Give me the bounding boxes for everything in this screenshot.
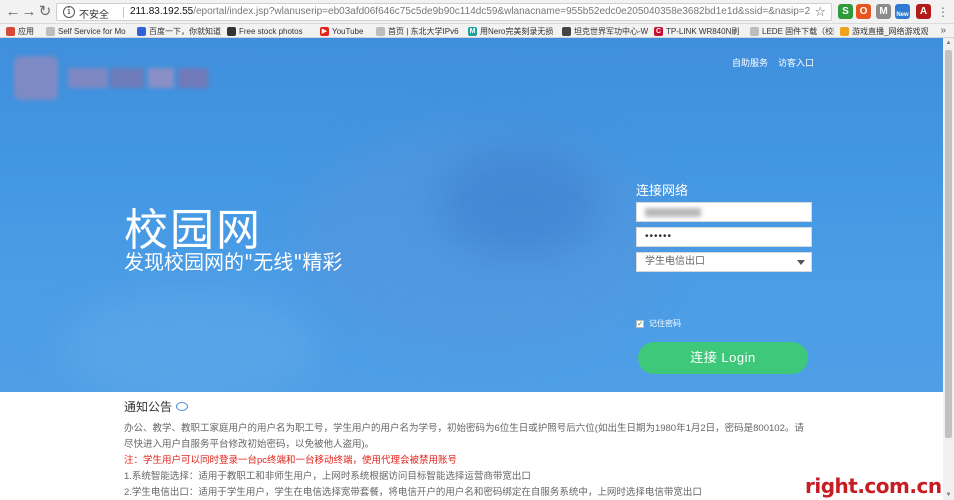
bookmark-label: 游戏直播_网络游戏观 [852, 26, 928, 36]
vertical-scrollbar[interactable]: ▲ ▼ [943, 38, 954, 500]
info-icon[interactable]: i [63, 6, 75, 18]
nero-m-icon: M [468, 26, 477, 36]
bookmark-self-service[interactable]: Self Service for Mo [46, 24, 132, 38]
watermark: right.com.cn [805, 474, 942, 498]
notice-title: 通知公告 [124, 398, 844, 415]
school-logo [14, 56, 210, 100]
extension-gmail-icon[interactable]: M [876, 4, 891, 19]
login-button[interactable]: 连接 Login [638, 342, 808, 374]
hero-subtitle: 发现校园网的"无线"精彩 [124, 250, 343, 274]
hero-background-shape [440, 148, 600, 258]
bookmark-nero[interactable]: M 用Nero完美刻录无损 [468, 24, 553, 38]
bookmark-world-of-tanks[interactable]: 坦克世界军功中心-W [562, 24, 648, 38]
notice-paragraph: 办公、教学、教职工家庭用户的用户名为职工号，学生用户的用户名为学号，初始密码为6… [124, 423, 804, 434]
visitor-entry-link[interactable]: 访客入口 [778, 56, 814, 69]
extension-shield-icon[interactable]: S [838, 4, 853, 19]
menu-icon[interactable]: ⋮ [934, 3, 952, 21]
self-service-link[interactable]: 自助服务 [732, 56, 768, 69]
logo-text-blurred [178, 68, 208, 88]
logo-text-blurred [148, 68, 174, 88]
bookmark-star-icon[interactable]: ☆ [814, 4, 826, 20]
remember-password-label: 记住密码 [649, 319, 681, 328]
notice-warning: 注：学生用户可以同时登录一台pc终端和一台移动终端，使用代理会被禁用账号 [124, 455, 458, 466]
bookmark-label: YouTube [332, 26, 364, 36]
username-input[interactable] [636, 202, 812, 222]
tp-link-icon: C [654, 26, 663, 36]
notice-paragraph: 尽快进入用户自服务平台修改初始密码，以免被他人盗用)。 [124, 439, 375, 450]
address-divider [123, 7, 124, 18]
notice-title-text: 通知公告 [124, 400, 173, 414]
bookmark-label: 应用 [18, 26, 34, 36]
security-label[interactable]: 不安全 [79, 6, 109, 21]
extension-pdf-icon[interactable]: A [916, 4, 931, 19]
url-path: /eportal/index.jsp?wlanuserip=eb03afd06f… [193, 6, 810, 17]
shield-icon [562, 26, 571, 36]
bookmark-label: 首页 | 东北大学IPv6 [388, 26, 459, 36]
bookmarks-overflow-icon[interactable]: » [940, 24, 946, 37]
url-text[interactable]: 211.83.192.55/eportal/index.jsp?wlanuser… [130, 6, 810, 17]
bookmark-label: 用Nero完美刻录无损 [480, 26, 553, 36]
notice-item: 1.系统智能选择：适用于教职工和非师生用户，上网时系统根据访问目标智能选择运营商… [124, 471, 531, 482]
page-icon [750, 26, 759, 36]
notice-item: 2.学生电信出口：适用于学生用户，学生在电信选择宽带套餐，将电信开户的用户名和密… [124, 487, 702, 498]
bookmark-lede[interactable]: LEDE 固件下载（校园 [750, 24, 834, 38]
page-viewport: 自助服务 访客入口 校园网 发现校园网的"无线"精彩 连接网络 •••••• 学… [0, 38, 943, 500]
bookmark-tp-link[interactable]: C TP-LINK WR840N刷 [654, 24, 750, 38]
bookmark-label: 百度一下，你就知道 [149, 26, 221, 36]
bookmarks-bar: 应用 Self Service for Mo 百度一下，你就知道 Free st… [0, 24, 954, 38]
login-panel: 连接网络 •••••• 学生电信出口 ✓ 记住密码 连接 Login [636, 180, 812, 374]
bookmark-label: LEDE 固件下载（校园 [762, 26, 834, 36]
bookmark-label: TP-LINK WR840N刷 [666, 26, 740, 36]
chevron-down-icon [797, 260, 805, 265]
operator-select-value: 学生电信出口 [645, 256, 705, 267]
checkbox-checked-icon[interactable]: ✓ [636, 319, 644, 328]
bookmark-apps[interactable]: 应用 [6, 24, 46, 38]
scroll-up-icon[interactable]: ▲ [943, 38, 954, 48]
page-icon [46, 26, 55, 36]
password-input[interactable]: •••••• [636, 227, 812, 247]
game-live-icon [840, 26, 849, 36]
logo-text-blurred [110, 68, 144, 88]
username-value-blurred [645, 208, 701, 217]
remember-password-row[interactable]: ✓ 记住密码 [636, 318, 681, 329]
notice-section: 通知公告 办公、教学、教职工家庭用户的用户名为职工号，学生用户的用户名为学号，初… [124, 398, 844, 500]
browser-toolbar: ← → ↻ i 不安全 211.83.192.55/eportal/index.… [0, 0, 954, 24]
baidu-paw-icon [137, 26, 146, 36]
extension-office-icon[interactable]: O [856, 4, 871, 19]
operator-select[interactable]: 学生电信出口 [636, 252, 812, 272]
bookmark-neu-ipv6[interactable]: 首页 | 东北大学IPv6 [376, 24, 460, 38]
bookmark-label: Free stock photos [239, 26, 303, 36]
reload-icon[interactable]: ↻ [36, 3, 54, 21]
bookmark-label: 坦克世界军功中心-W [574, 26, 648, 36]
extension-new-icon[interactable]: New [895, 4, 910, 19]
page-icon [376, 26, 385, 36]
logo-text-blurred [68, 68, 108, 88]
apps-grid-icon [6, 26, 15, 36]
bookmark-game-live[interactable]: 游戏直播_网络游戏观 [840, 24, 928, 38]
bookmark-label: Self Service for Mo [58, 26, 126, 36]
scroll-down-icon[interactable]: ▼ [943, 490, 954, 500]
speech-bubble-icon [176, 402, 189, 411]
hero-banner: 自助服务 访客入口 校园网 发现校园网的"无线"精彩 连接网络 •••••• 学… [0, 38, 943, 392]
camera-icon [227, 26, 236, 36]
scroll-thumb[interactable] [945, 50, 952, 438]
logo-emblem [14, 56, 58, 100]
address-bar[interactable]: i 不安全 211.83.192.55/eportal/index.jsp?wl… [56, 3, 832, 21]
bookmark-free-stock[interactable]: Free stock photos [227, 24, 313, 38]
youtube-icon: ▶ [320, 26, 329, 36]
url-host: 211.83.192.55 [130, 6, 194, 17]
hero-background-shape [60, 288, 320, 392]
bookmark-youtube[interactable]: ▶ YouTube [320, 24, 376, 38]
bookmark-baidu[interactable]: 百度一下，你就知道 [137, 24, 222, 38]
login-heading: 连接网络 [636, 183, 689, 198]
